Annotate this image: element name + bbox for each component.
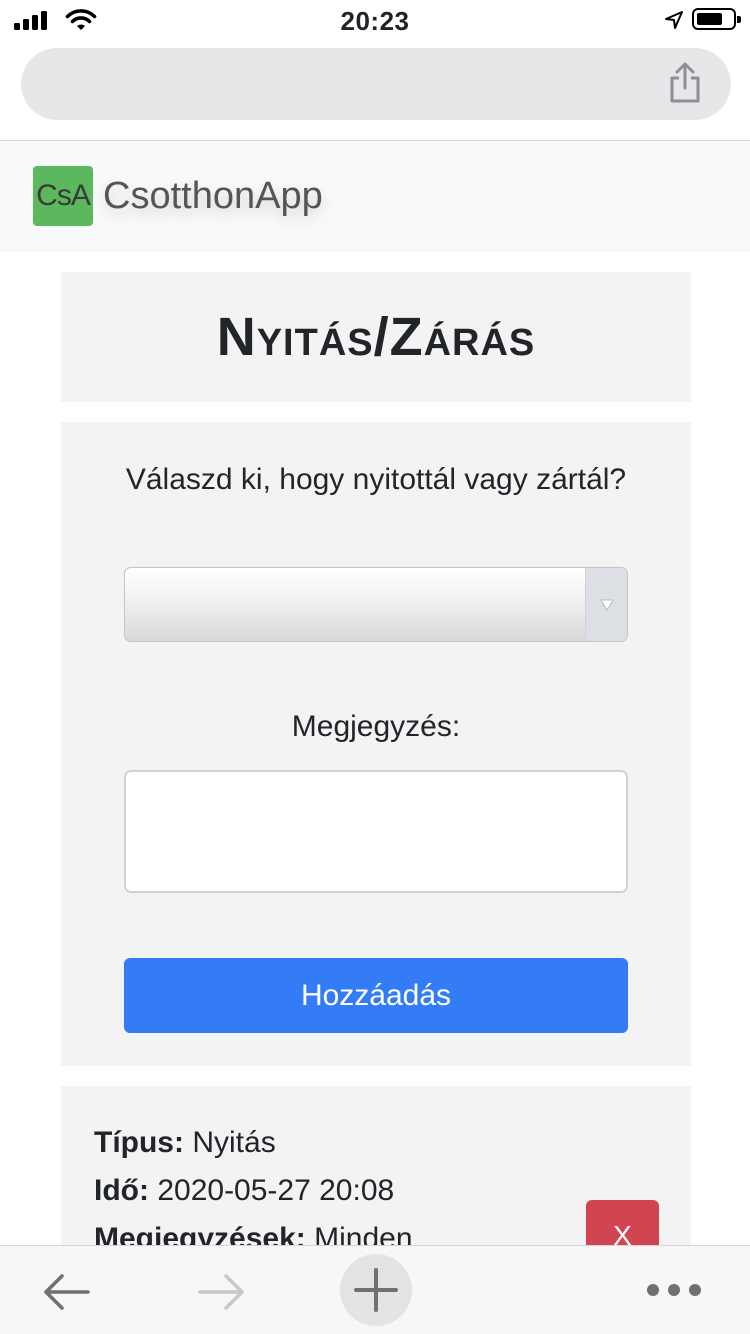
forward-arrow-icon[interactable] [196,1272,248,1312]
status-time: 20:23 [340,6,410,36]
app-name: CsotthonApp [103,174,323,217]
note-textarea[interactable] [124,770,628,893]
share-icon[interactable] [667,62,703,104]
location-arrow-icon [665,11,683,29]
app-navbar: CsA CsotthonApp [0,141,750,252]
note-label: Megjegyzés: [291,710,461,743]
open-close-select[interactable] [124,567,628,642]
new-tab-button[interactable] [340,1254,412,1326]
plus-icon [354,1268,398,1312]
entry-time-label: Idő: [94,1174,149,1207]
entry-time: Idő: 2020-05-27 20:08 [94,1174,394,1208]
brand-link[interactable]: CsA CsotthonApp [33,166,323,226]
entry-type: Típus: Nyitás [94,1126,276,1160]
entry-type-label: Típus: [94,1126,184,1159]
back-arrow-icon[interactable] [40,1272,92,1312]
app-logo: CsA [33,166,93,226]
select-arrow[interactable] [585,568,627,641]
page-title: Nyitás/Zárás [216,307,536,367]
browser-bottom-toolbar [0,1245,750,1334]
entry-time-value: 2020-05-27 20:08 [157,1174,395,1207]
address-bar[interactable] [21,48,731,120]
select-question-label: Válaszd ki, hogy nyitottál vagy zártál? [125,463,627,496]
status-bar: 20:23 [0,0,750,40]
triangle-down-icon [599,599,614,611]
add-button[interactable]: Hozzáadás [124,958,628,1033]
open-close-form: Válaszd ki, hogy nyitottál vagy zártál? … [61,422,691,1066]
title-card: Nyitás/Zárás [61,272,691,402]
entry-type-value: Nyitás [192,1126,276,1159]
browser-toolbar [0,40,750,141]
more-dots-icon[interactable] [646,1282,702,1298]
battery-icon [692,8,741,30]
